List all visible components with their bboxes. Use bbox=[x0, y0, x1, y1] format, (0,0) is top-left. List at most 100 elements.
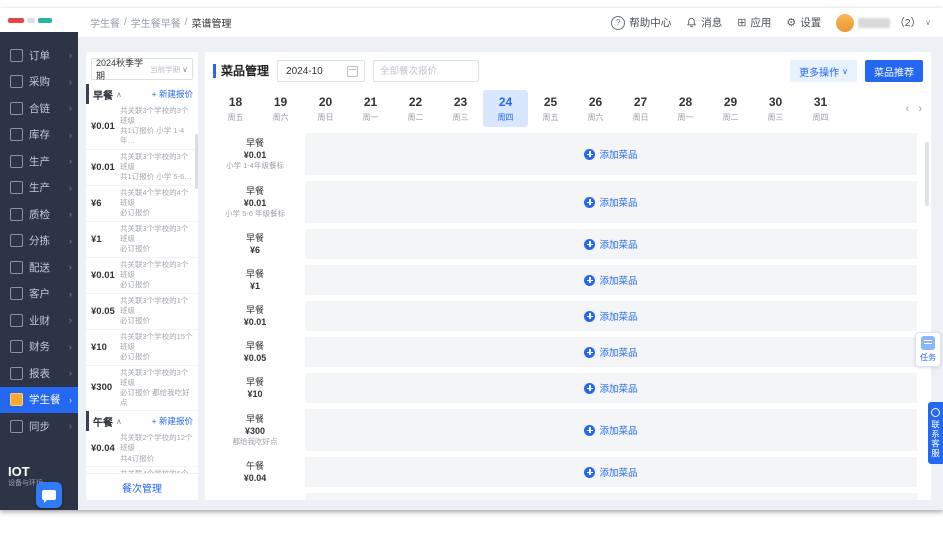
calendar-day-23[interactable]: 23 周三 bbox=[438, 90, 483, 127]
sidebar-item-label: 生产 bbox=[29, 155, 50, 168]
add-dish-button[interactable]: 添加菜品 bbox=[584, 345, 638, 359]
sidebar-item-chain[interactable]: 合链 › bbox=[0, 95, 78, 122]
quote-item[interactable]: ¥15共关联4个学校的6个班级共1订报价 bbox=[86, 467, 198, 473]
main-scrollbar[interactable] bbox=[925, 142, 929, 206]
add-dish-button[interactable]: 添加菜品 bbox=[584, 309, 638, 323]
calendar-day-18[interactable]: 18 周五 bbox=[213, 90, 258, 127]
month-picker[interactable] bbox=[277, 60, 366, 82]
quote-item[interactable]: ¥0.05 共关联3个学校的1个班级 必订报价 bbox=[86, 294, 198, 330]
month-input[interactable] bbox=[284, 64, 341, 78]
sidebar-item-procurement[interactable]: 采购 › bbox=[0, 69, 78, 96]
quote-item[interactable]: ¥6 共关联4个学校的4个班级 必订报价 bbox=[86, 186, 198, 222]
sidebar-item-sync[interactable]: 同步 › bbox=[0, 413, 78, 440]
chevron-right-icon: › bbox=[69, 394, 72, 405]
calendar-day-21[interactable]: 21 周一 bbox=[348, 90, 393, 127]
reports-icon bbox=[10, 366, 23, 380]
sidebar-item-business-finance[interactable]: 业财 › bbox=[0, 307, 78, 334]
quote-text: 共关联3个学校的3个班级 必订报价 都给我吃好点 bbox=[120, 367, 190, 407]
sidebar-item-label: 库存 bbox=[29, 129, 50, 142]
plus-icon bbox=[584, 148, 596, 160]
quote-price: ¥0.05 bbox=[91, 305, 115, 317]
add-dish-button[interactable]: 添加菜品 bbox=[584, 195, 638, 209]
contact-support-tab[interactable]: 联系客服 bbox=[928, 402, 943, 464]
quote-filter-input[interactable] bbox=[373, 60, 480, 82]
calendar-day-24-selected[interactable]: 24 周四 bbox=[483, 90, 528, 127]
sidebar-item-label: 报表 bbox=[29, 367, 50, 380]
quote-item[interactable]: ¥0.01 共关联3个学校的3个班级 必订报价 bbox=[86, 258, 198, 294]
semester-select[interactable]: 2024秋季学期 当前学期 ∨ bbox=[91, 58, 193, 81]
apps-button[interactable]: ⊞ 应用 bbox=[737, 15, 771, 30]
meal-row-slot: 添加菜品 bbox=[305, 133, 917, 175]
calendar-day-31[interactable]: 31 周四 bbox=[798, 90, 843, 127]
quote-item[interactable]: ¥0.01 共关联3个学校的3个班级 共1订报价 小学 5-6… bbox=[86, 150, 198, 186]
task-float-tab[interactable]: 任务 bbox=[915, 332, 941, 367]
quotes-scrollbar[interactable] bbox=[195, 134, 198, 189]
dish-recommend-button[interactable]: 菜品推荐 bbox=[865, 60, 923, 82]
sidebar-item-orders[interactable]: 订单 › bbox=[0, 42, 78, 69]
calendar-day-19[interactable]: 19 周六 bbox=[258, 90, 303, 127]
sidebar-item-delivery[interactable]: 配送 › bbox=[0, 254, 78, 281]
collapse-icon[interactable]: ∧ bbox=[116, 90, 122, 99]
quote-price: ¥0.01 bbox=[91, 120, 115, 132]
settings-button[interactable]: ⚙ 设置 bbox=[786, 15, 821, 30]
breadcrumb-item[interactable]: 学生餐早餐 bbox=[131, 15, 181, 30]
app-window: 订单 › 采购 › 合链 › 库存 › 生产 › 生产 › 质检 › 分拣 › 配送 › 客户 › … bbox=[0, 8, 943, 510]
calendar-day-29[interactable]: 29 周二 bbox=[708, 90, 753, 127]
meal-times-manage-button[interactable]: 餐次管理 bbox=[86, 473, 198, 500]
quote-text: 共关联3个学校的3个班级 共1订报价 小学 1-4年… bbox=[120, 106, 189, 146]
add-dish-button[interactable]: 添加菜品 bbox=[584, 465, 638, 479]
task-icon bbox=[921, 336, 935, 350]
apps-label: 应用 bbox=[750, 17, 772, 29]
user-menu[interactable]: （2） ∨ bbox=[836, 13, 931, 32]
sidebar-item-finance[interactable]: 财务 › bbox=[0, 334, 78, 361]
calendar-day-30[interactable]: 30 周三 bbox=[753, 90, 798, 127]
sidebar-item-sorting[interactable]: 分拣 › bbox=[0, 228, 78, 255]
calendar-day-22[interactable]: 22 周二 bbox=[393, 90, 438, 127]
collapse-icon[interactable]: ∧ bbox=[116, 417, 122, 426]
quote-text: 共关联2个学校的12个班级 共4订报价 bbox=[120, 433, 193, 463]
app-logo bbox=[0, 8, 78, 32]
logo-dash-gray bbox=[27, 17, 35, 23]
meal-row: 早餐 ¥0.01 小学 5-6 年级餐标 添加菜品 bbox=[205, 181, 917, 223]
sidebar-item-customers[interactable]: 客户 › bbox=[0, 281, 78, 308]
new-quote-button[interactable]: + 新建报价 bbox=[152, 88, 193, 100]
quote-item[interactable]: ¥300 共关联3个学校的3个班级 必订报价 都给我吃好点 bbox=[86, 366, 198, 411]
calendar-next-button[interactable]: › bbox=[918, 103, 922, 115]
sidebar-item-reports[interactable]: 报表 › bbox=[0, 360, 78, 387]
add-dish-button[interactable]: 添加菜品 bbox=[584, 237, 638, 251]
calendar-prev-button[interactable]: ‹ bbox=[906, 103, 910, 115]
meal-row-label: 早餐 ¥0.01 小学 1-4年级餐标 bbox=[226, 137, 284, 171]
calendar-day-20[interactable]: 20 周日 bbox=[303, 90, 348, 127]
breadcrumb-item[interactable]: 学生餐 bbox=[90, 15, 120, 30]
help-center-button[interactable]: ? 帮助中心 bbox=[611, 15, 671, 30]
calendar-day-27[interactable]: 27 周日 bbox=[618, 90, 663, 127]
more-actions-button[interactable]: 更多操作 ∨ bbox=[790, 60, 857, 82]
meal-row: 早餐 ¥0.01 小学 1-4年级餐标 添加菜品 bbox=[205, 133, 917, 175]
quote-item[interactable]: ¥0.04 共关联2个学校的12个班级 共4订报价 bbox=[86, 431, 198, 467]
plus-icon bbox=[584, 382, 596, 394]
messages-button[interactable]: 消息 bbox=[686, 15, 722, 30]
calendar-day-28[interactable]: 28 周一 bbox=[663, 90, 708, 127]
lunch-section-header: 午餐 ∧ + 新建报价 bbox=[86, 411, 198, 431]
sidebar-item-student-meals[interactable]: 学生餐 › bbox=[0, 386, 78, 413]
production-icon bbox=[10, 154, 23, 168]
calendar-day-25[interactable]: 25 周五 bbox=[528, 90, 573, 127]
sidebar-item-production[interactable]: 生产 › bbox=[0, 148, 78, 175]
breadcrumb-separator: / bbox=[124, 17, 127, 28]
add-dish-button[interactable]: 添加菜品 bbox=[584, 381, 638, 395]
chevron-right-icon: › bbox=[69, 182, 72, 193]
quote-item[interactable]: ¥0.01 共关联3个学校的3个班级 共1订报价 小学 1-4年… bbox=[86, 104, 198, 150]
sidebar-item-inventory[interactable]: 库存 › bbox=[0, 122, 78, 149]
add-dish-button[interactable]: 添加菜品 bbox=[584, 423, 638, 437]
chat-support-button[interactable] bbox=[36, 482, 62, 508]
sidebar-item-production-2[interactable]: 生产 › bbox=[0, 175, 78, 202]
new-quote-button[interactable]: + 新建报价 bbox=[152, 415, 193, 427]
sidebar-item-quality-check[interactable]: 质检 › bbox=[0, 201, 78, 228]
add-dish-button[interactable]: 添加菜品 bbox=[584, 147, 638, 161]
quote-item[interactable]: ¥10 共关联3个学校的15个班级 必订报价 bbox=[86, 330, 198, 366]
plus-icon bbox=[584, 466, 596, 478]
add-dish-button[interactable]: 添加菜品 bbox=[584, 273, 638, 287]
chevron-down-icon: ∨ bbox=[182, 64, 188, 74]
quote-item[interactable]: ¥1 共关联3个学校的3个班级 必订报价 bbox=[86, 222, 198, 258]
calendar-day-26[interactable]: 26 周六 bbox=[573, 90, 618, 127]
